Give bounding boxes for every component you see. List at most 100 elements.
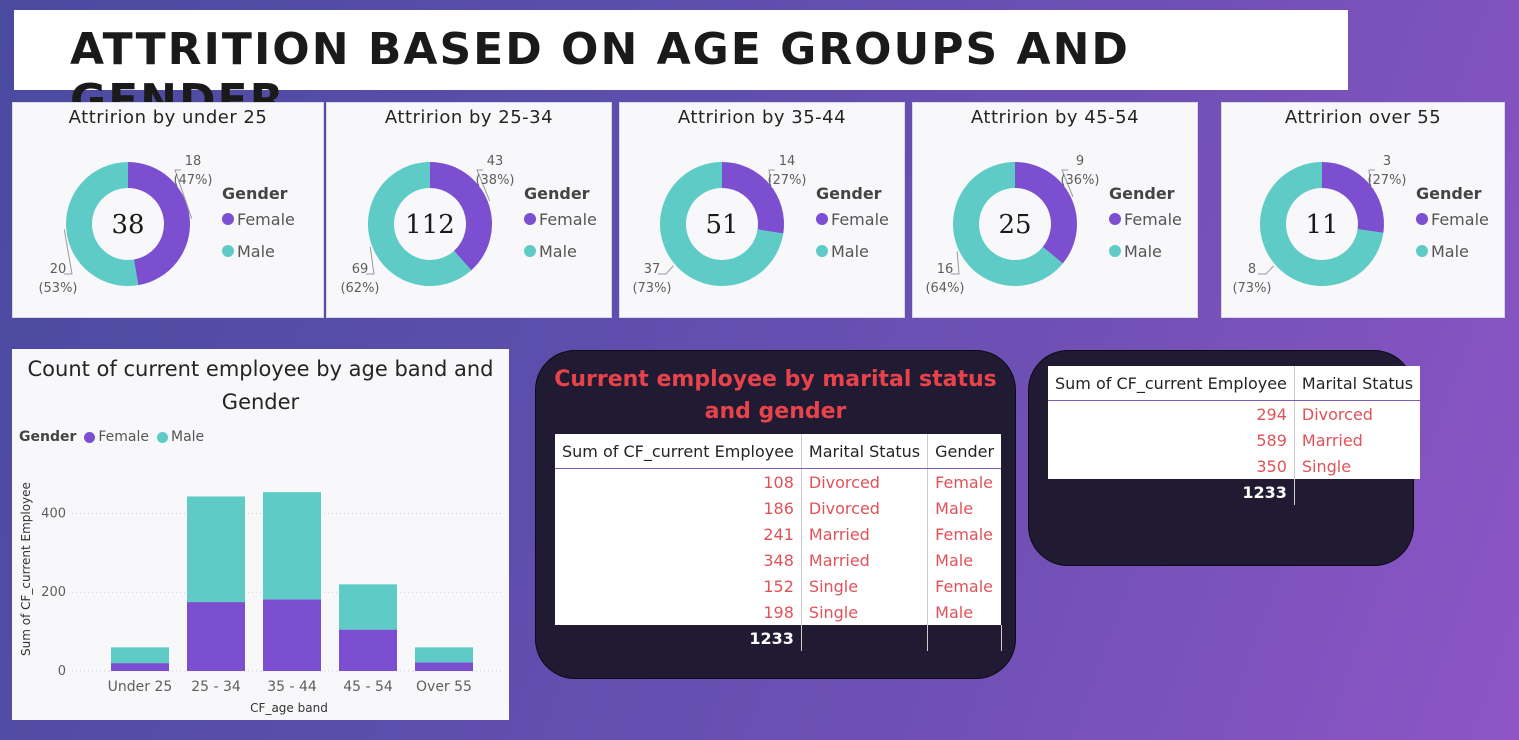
donut-chart: 38 18 (47%) 20 (53%) Gender Female Male xyxy=(38,154,295,296)
legend-male-label[interactable]: Male xyxy=(539,242,577,261)
bar-female[interactable] xyxy=(111,663,169,671)
female-value-label: 43 xyxy=(487,154,504,169)
female-pct-label: (27%) xyxy=(767,173,806,188)
legend-female-label[interactable]: Female xyxy=(539,210,597,229)
column-header[interactable]: Sum of CF_current Employee xyxy=(1048,366,1295,401)
male-value-label: 16 xyxy=(937,262,954,277)
total-empty xyxy=(1293,479,1421,505)
panel-title: Current employee by marital status and g… xyxy=(554,367,997,424)
table-header-row: Sum of CF_current Employee Marital Statu… xyxy=(555,434,1002,469)
x-tick-label: 25 - 34 xyxy=(191,679,241,695)
bar-male[interactable] xyxy=(263,492,321,600)
cell-sum: 294 xyxy=(1048,400,1295,427)
legend-male-label[interactable]: Male xyxy=(237,242,275,261)
bar-female[interactable] xyxy=(263,599,321,671)
legend-male-label[interactable]: Male xyxy=(831,242,869,261)
y-tick-label: 0 xyxy=(58,664,66,679)
x-tick-label: Under 25 xyxy=(108,679,173,695)
column-header[interactable]: Marital Status xyxy=(801,434,929,469)
female-value-label: 3 xyxy=(1383,154,1391,169)
legend-female-label[interactable]: Female xyxy=(1124,210,1182,229)
cell-sum: 186 xyxy=(555,495,802,521)
table-row[interactable]: 198 Single Male xyxy=(555,599,1002,625)
bar-male[interactable] xyxy=(187,496,245,603)
table-row[interactable]: 348 Married Male xyxy=(555,547,1002,573)
marital-panel: Sum of CF_current Employee Marital Statu… xyxy=(1028,350,1421,566)
x-tick-label: 45 - 54 xyxy=(343,679,393,695)
donut-card-45-54[interactable]: Attririon by 45-54 25 9 (36%) 16 (64%) Gender… xyxy=(912,102,1198,318)
donut-chart: 25 9 (36%) 16 (64%) Gender Female Male xyxy=(925,154,1182,296)
table-row[interactable]: 294 Divorced xyxy=(1048,400,1421,427)
legend-title: Gender xyxy=(816,184,882,203)
male-dot-icon xyxy=(222,245,234,257)
bar-male[interactable] xyxy=(415,647,473,663)
marital-gender-panel: Current employee by marital status and g… xyxy=(535,350,1016,679)
table-total-row: 1233 xyxy=(555,625,1002,651)
table-row[interactable]: 152 Single Female xyxy=(555,573,1002,599)
female-dot-icon xyxy=(524,213,536,225)
female-pct-label: (36%) xyxy=(1060,173,1099,188)
bar-male[interactable] xyxy=(111,647,169,664)
male-pct-label: (64%) xyxy=(925,281,964,296)
cell-sum: 589 xyxy=(1048,427,1295,453)
legend-female-label[interactable]: Female xyxy=(237,210,295,229)
female-dot-icon xyxy=(1416,213,1428,225)
male-dot-icon xyxy=(816,245,828,257)
column-header[interactable]: Marital Status xyxy=(1294,366,1421,401)
donut-chart: 11 3 (27%) 8 (73%) Gender Female Male xyxy=(1232,154,1489,296)
column-header[interactable]: Sum of CF_current Employee xyxy=(555,434,802,469)
legend-title: Gender xyxy=(524,184,590,203)
cell-status: Divorced xyxy=(1294,400,1421,427)
male-dot-icon xyxy=(524,245,536,257)
female-value-label: 14 xyxy=(779,154,796,169)
table-row[interactable]: 350 Single xyxy=(1048,453,1421,479)
male-dot-icon xyxy=(1416,245,1428,257)
table-total-row: 1233 xyxy=(1048,479,1421,505)
female-dot-icon xyxy=(222,213,234,225)
donut-total: 11 xyxy=(1305,210,1338,240)
donut-card-over-55[interactable]: Attririon over 55 11 3 (27%) 8 (73%) Gender Fe… xyxy=(1221,102,1505,318)
male-dot-icon xyxy=(1109,245,1121,257)
x-tick-label: 35 - 44 xyxy=(267,679,317,695)
legend-male-label[interactable]: Male xyxy=(1431,242,1469,261)
legend-female-label[interactable]: Female xyxy=(831,210,889,229)
table-row[interactable]: 241 Married Female xyxy=(555,521,1002,547)
total-value: 1233 xyxy=(555,625,802,651)
donut-card-25-34[interactable]: Attririon by 25-34 112 43 (38%) 69 (62%) Gend… xyxy=(326,102,612,318)
donut-card-35-44[interactable]: Attririon by 35-44 51 14 (27%) 37 (73%) Gende… xyxy=(619,102,905,318)
male-pct-label: (73%) xyxy=(1232,281,1271,296)
table-row[interactable]: 108 Divorced Female xyxy=(555,468,1002,495)
male-value-label: 37 xyxy=(644,262,661,277)
legend-title: Gender xyxy=(222,184,288,203)
bar-female[interactable] xyxy=(187,602,245,671)
cell-gender: Male xyxy=(927,547,1002,573)
cell-sum: 198 xyxy=(555,599,802,625)
donut-total: 25 xyxy=(998,210,1031,240)
cell-status: Single xyxy=(1294,453,1421,479)
cell-status: Married xyxy=(801,521,929,547)
bar-female[interactable] xyxy=(415,662,473,671)
female-dot-icon xyxy=(816,213,828,225)
legend-male-label[interactable]: Male xyxy=(1124,242,1162,261)
column-header[interactable]: Gender xyxy=(927,434,1002,469)
bar-chart: Sum of CF_current Employee 0 200 400 Under … xyxy=(19,482,502,715)
table-row[interactable]: 589 Married xyxy=(1048,427,1421,453)
legend-female-label[interactable]: Female xyxy=(1431,210,1489,229)
marital-gender-table: Sum of CF_current Employee Marital Statu… xyxy=(555,434,1002,651)
cell-sum: 152 xyxy=(555,573,802,599)
legend-title: Gender xyxy=(1416,184,1482,203)
bar-male[interactable] xyxy=(339,584,397,630)
bar-chart-card[interactable]: Count of current employee by age band an… xyxy=(12,349,509,720)
female-value-label: 9 xyxy=(1076,154,1084,169)
cell-sum: 241 xyxy=(555,521,802,547)
female-value-label: 18 xyxy=(185,154,202,169)
leader-line xyxy=(658,265,674,275)
y-tick-label: 200 xyxy=(41,585,66,600)
donut-card-under-25[interactable]: Attririon by under 25 38 18 (47%) 20 (53%) Ge… xyxy=(12,102,324,318)
bar-female[interactable] xyxy=(339,629,397,671)
male-value-label: 8 xyxy=(1248,262,1256,277)
cell-status: Married xyxy=(1294,427,1421,453)
table-row[interactable]: 186 Divorced Male xyxy=(555,495,1002,521)
total-empty xyxy=(927,625,1002,651)
donut-chart: 112 43 (38%) 69 (62%) Gender Female Male xyxy=(340,154,597,296)
